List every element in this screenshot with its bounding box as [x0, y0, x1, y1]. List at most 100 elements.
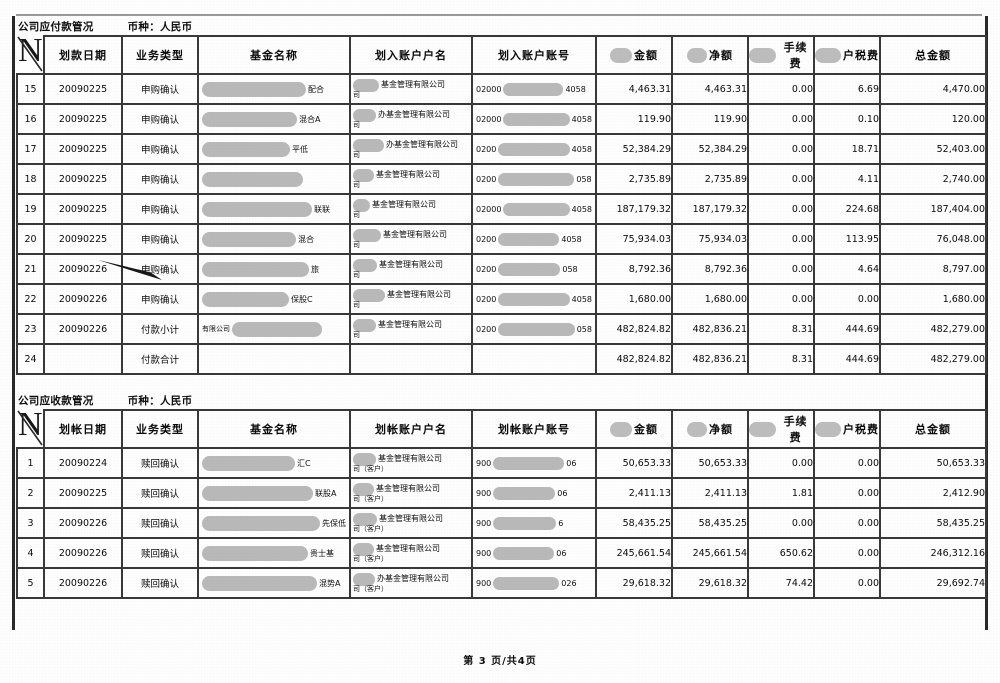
cell-business-type: 赎回确认: [121, 567, 199, 599]
cell-fee: 0.00: [747, 507, 815, 539]
redaction-blob: [202, 575, 317, 591]
cell-total-amount: 1,680.00: [879, 283, 987, 315]
table-row[interactable]: 18 20090225 申购确认 基金管理有限公司司 0200 058 2,735.89 2,…: [16, 163, 987, 195]
cell-amount: 4,463.31: [595, 73, 673, 105]
cell-amount: 482,824.82: [595, 343, 673, 375]
cell-tax: 444.69: [813, 313, 881, 345]
cell-row-number: 15: [16, 73, 45, 105]
cell-amount: 50,653.33: [595, 447, 673, 479]
table-row[interactable]: 23 20090226 付款小计 有限公司 基金管理有限公司司 0200 058 482,82…: [16, 313, 987, 345]
table-row[interactable]: 17 20090225 申购确认 平低 办基金管理有限公司司 0200 4058 52,384…: [16, 133, 987, 165]
table-row[interactable]: 3 20090226 赎回确认 先保低 基金管理有限公司 司（客户） 900 6 58,435.…: [16, 507, 987, 539]
cell-business-type: 申购确认: [121, 253, 199, 285]
cell-total-amount: 2,740.00: [879, 163, 987, 195]
redaction-blob: [202, 455, 295, 471]
cell-net-amount: 119.90: [671, 103, 749, 135]
cell-amount: 2,735.89: [595, 163, 673, 195]
cell-fund-name: 汇C: [197, 447, 351, 479]
table-row[interactable]: 19 20090225 申购确认 联联 基金管理有限公司司 02000 4058 187,17…: [16, 193, 987, 225]
cell-date: 20090225: [43, 223, 123, 255]
cell-date: 20090226: [43, 313, 123, 345]
cell-account-number: 02000 4058: [471, 193, 597, 225]
cell-fund-name: 配合: [197, 73, 351, 105]
cell-account-name: 基金管理有限公司司: [349, 223, 473, 255]
cell-account-name: 基金管理有限公司 司（客户）: [349, 537, 473, 569]
table-row[interactable]: 21 20090226 申购确认旅基金管理有限公司司 0200 058 8,792.36 8…: [16, 253, 987, 285]
cell-account-name: 办基金管理有限公司司: [349, 133, 473, 165]
cell-tax: 113.95: [813, 223, 881, 255]
cell-row-number: 16: [16, 103, 45, 135]
cell-fee: 0.00: [747, 103, 815, 135]
table-row[interactable]: 5 20090226 赎回确认 混势A 办基金管理有限公司 司（客户） 900 026 29,6…: [16, 567, 987, 599]
cell-account-number: [471, 343, 597, 375]
cell-row-number: 19: [16, 193, 45, 225]
redaction-blob: [202, 141, 290, 157]
cell-account-name: 基金管理有限公司司: [349, 73, 473, 105]
cell-date: 20090225: [43, 193, 123, 225]
cell-net-amount: 245,661.54: [671, 537, 749, 569]
table-row[interactable]: 16 20090225 申购确认 混合A 办基金管理有限公司司 02000 4058 119.…: [16, 103, 987, 135]
cell-amount: 29,618.32: [595, 567, 673, 599]
cell-net-amount: 52,384.29: [671, 133, 749, 165]
redaction-blob: [353, 288, 385, 302]
redaction-blob: [493, 516, 557, 530]
section-title: 公司应收款管况: [18, 395, 94, 407]
cell-row-number: 5: [16, 567, 45, 599]
cell-date: 20090225: [43, 103, 123, 135]
redaction-blob: [353, 572, 375, 586]
cell-date: 20090225: [43, 133, 123, 165]
cell-total-amount: 2,412.90: [879, 477, 987, 509]
col-header-fee: 手续费: [747, 35, 815, 75]
col-header-fee: 手续费: [747, 409, 815, 449]
redaction-blob: [353, 318, 376, 332]
cell-account-name: 办基金管理有限公司司: [349, 103, 473, 135]
cell-account-name: 基金管理有限公司 司（客户）: [349, 447, 473, 479]
cell-account-name: 基金管理有限公司 司（客户）: [349, 477, 473, 509]
redaction-blob: [353, 482, 374, 496]
redaction-blob: [493, 456, 565, 470]
col-header-total: 总金额: [879, 409, 987, 449]
scanned-report-page: 公司应付款管况 币种：人民币 N 划款日期 业务类型 基金名称 划入账户户名 划…: [0, 0, 1000, 683]
cell-amount: 75,934.03: [595, 223, 673, 255]
cell-total-amount: 8,797.00: [879, 253, 987, 285]
col-header-date: 划款日期: [43, 35, 123, 75]
cell-fee: 0.00: [747, 133, 815, 165]
cell-date: 20090225: [43, 477, 123, 509]
cell-date: 20090225: [43, 73, 123, 105]
cell-amount: 245,661.54: [595, 537, 673, 569]
cell-fee: 8.31: [747, 343, 815, 375]
table-row[interactable]: 4 20090226 赎回确认 贵士基 基金管理有限公司 司（客户） 900 06 245,66…: [16, 537, 987, 569]
table-row[interactable]: 1 20090224 赎回确认 汇C 基金管理有限公司 司（客户） 900 06 50,653.…: [16, 447, 987, 479]
cell-fee: 74.42: [747, 567, 815, 599]
cell-account-name: 办基金管理有限公司 司（客户）: [349, 567, 473, 599]
redaction-blob: [353, 542, 374, 556]
table-row[interactable]: 2 20090225 赎回确认 联股A 基金管理有限公司 司（客户） 900 06 2,411.…: [16, 477, 987, 509]
cell-tax: 6.69: [813, 73, 881, 105]
cell-amount: 58,435.25: [595, 507, 673, 539]
cell-account-number: 0200 058: [471, 163, 597, 195]
cell-fee: 0.00: [747, 73, 815, 105]
table-row[interactable]: 20 20090225 申购确认 混合 基金管理有限公司司 0200 4058 75,934.…: [16, 223, 987, 255]
cell-fund-name: 有限公司: [197, 313, 351, 345]
cell-fee: 0.00: [747, 283, 815, 315]
cell-fund-name: 保股C: [197, 283, 351, 315]
cell-net-amount: 75,934.03: [671, 223, 749, 255]
cell-total-amount: 482,279.00: [879, 313, 987, 345]
table-row[interactable]: 24 付款合计 482,824.82 482,836.21 8.31 444.69 482,…: [16, 343, 987, 375]
cell-date: 20090226: [43, 567, 123, 599]
cell-total-amount: 4,470.00: [879, 73, 987, 105]
table-row[interactable]: 22 20090226 申购确认 保股C 基金管理有限公司司 0200 4058 1,680.…: [16, 283, 987, 315]
cell-account-number: 900 6: [471, 507, 597, 539]
cell-net-amount: 29,618.32: [671, 567, 749, 599]
section-payables: 公司应付款管况 币种：人民币 N 划款日期 业务类型 基金名称 划入账户户名 划…: [16, 18, 987, 375]
redaction-blob: [202, 291, 289, 307]
redaction-blob: [498, 232, 560, 246]
redaction-blob: [816, 47, 841, 63]
col-header-tax: 户税费: [813, 409, 881, 449]
table-row[interactable]: 15 20090225 申购确认 配合 基金管理有限公司司 02000 4058 4,463.…: [16, 73, 987, 105]
cell-net-amount: 4,463.31: [671, 73, 749, 105]
col-header-date: 划帐日期: [43, 409, 123, 449]
section-title-bar: 公司应收款管况 币种：人民币: [16, 392, 984, 409]
col-header-fund-name: 基金名称: [197, 409, 351, 449]
cell-fund-name: 混合: [197, 223, 351, 255]
